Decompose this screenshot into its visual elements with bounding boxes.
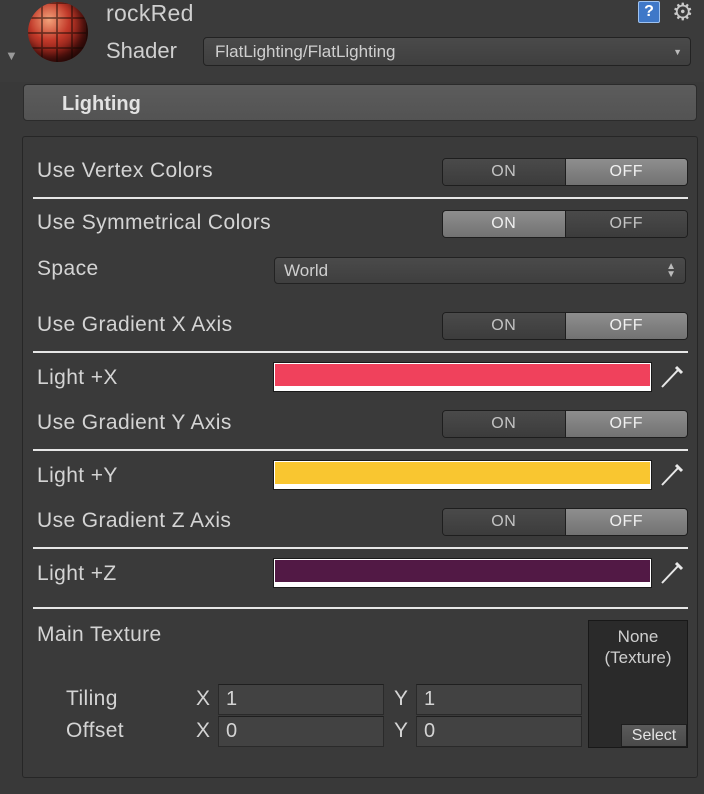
use-gradient-z-toggle[interactable]: ON OFF bbox=[442, 508, 688, 536]
tiling-x-label: X bbox=[196, 687, 211, 710]
separator bbox=[33, 197, 688, 199]
light-x-color-field[interactable] bbox=[273, 362, 652, 392]
lighting-section-header[interactable]: Lighting bbox=[23, 84, 697, 121]
shader-label: Shader bbox=[106, 38, 177, 63]
use-gradient-x-toggle[interactable]: ON OFF bbox=[442, 312, 688, 340]
toggle-off-option[interactable]: OFF bbox=[565, 509, 687, 535]
offset-x-field[interactable]: 0 bbox=[218, 716, 384, 747]
texture-none-label: None bbox=[617, 627, 659, 646]
use-gradient-y-toggle[interactable]: ON OFF bbox=[442, 410, 688, 438]
light-x-color-fill bbox=[275, 364, 650, 386]
light-z-color-field[interactable] bbox=[273, 558, 652, 588]
material-preview-icon bbox=[28, 2, 88, 62]
inspector-header: rockRed Shader FlatLighting/FlatLighting… bbox=[0, 0, 704, 82]
tiling-x-field[interactable]: 1 bbox=[218, 684, 384, 715]
use-vertex-colors-label: Use Vertex Colors bbox=[37, 159, 214, 182]
select-texture-button[interactable]: Select bbox=[621, 724, 687, 747]
separator bbox=[33, 449, 688, 451]
light-x-label: Light +X bbox=[37, 366, 118, 389]
toggle-on-option[interactable]: ON bbox=[443, 211, 566, 237]
use-symmetrical-colors-label: Use Symmetrical Colors bbox=[37, 211, 272, 234]
section-title: Lighting bbox=[62, 93, 141, 115]
offset-label: Offset bbox=[66, 719, 125, 742]
tiling-label: Tiling bbox=[66, 687, 118, 710]
use-gradient-x-label: Use Gradient X Axis bbox=[37, 313, 233, 336]
light-y-color-fill bbox=[275, 462, 650, 484]
texture-type-label: (Texture) bbox=[604, 648, 672, 667]
offset-x-label: X bbox=[196, 719, 211, 742]
chevron-down-icon: ▼ bbox=[673, 47, 682, 57]
shader-dropdown-value: FlatLighting/FlatLighting bbox=[215, 42, 396, 61]
space-label: Space bbox=[37, 257, 99, 280]
foldout-icon[interactable]: ▼ bbox=[5, 48, 18, 63]
use-symmetrical-colors-toggle[interactable]: ON OFF bbox=[442, 210, 688, 238]
toggle-off-option[interactable]: OFF bbox=[565, 159, 687, 185]
offset-y-label: Y bbox=[394, 719, 409, 742]
eyedropper-icon[interactable] bbox=[658, 560, 684, 586]
light-z-label: Light +Z bbox=[37, 562, 117, 585]
space-dropdown-value: World bbox=[284, 261, 329, 280]
use-gradient-z-label: Use Gradient Z Axis bbox=[37, 509, 232, 532]
offset-y-field[interactable]: 0 bbox=[416, 716, 582, 747]
material-name: rockRed bbox=[106, 0, 194, 26]
light-z-color-fill bbox=[275, 560, 650, 582]
texture-slot[interactable]: None (Texture) Select bbox=[588, 620, 688, 748]
light-y-label: Light +Y bbox=[37, 464, 118, 487]
help-icon[interactable]: ? bbox=[638, 1, 660, 23]
tiling-y-field[interactable]: 1 bbox=[416, 684, 582, 715]
separator bbox=[33, 547, 688, 549]
use-vertex-colors-toggle[interactable]: ON OFF bbox=[442, 158, 688, 186]
gear-icon[interactable]: ⚙ bbox=[672, 0, 694, 27]
toggle-on-option[interactable]: ON bbox=[443, 313, 566, 339]
separator bbox=[33, 607, 688, 609]
separator bbox=[33, 351, 688, 353]
space-dropdown[interactable]: World ▲ ▼ bbox=[274, 257, 686, 284]
texture-slot-text: None (Texture) bbox=[589, 626, 687, 668]
toggle-off-option[interactable]: OFF bbox=[565, 211, 687, 237]
tiling-y-label: Y bbox=[394, 687, 409, 710]
main-texture-label: Main Texture bbox=[37, 623, 162, 646]
use-gradient-y-label: Use Gradient Y Axis bbox=[37, 411, 232, 434]
toggle-on-option[interactable]: ON bbox=[443, 159, 566, 185]
toggle-off-option[interactable]: OFF bbox=[565, 313, 687, 339]
light-y-color-field[interactable] bbox=[273, 460, 652, 490]
toggle-on-option[interactable]: ON bbox=[443, 411, 566, 437]
eyedropper-icon[interactable] bbox=[658, 462, 684, 488]
updown-arrows-icon: ▲ ▼ bbox=[666, 261, 676, 280]
toggle-off-option[interactable]: OFF bbox=[565, 411, 687, 437]
eyedropper-icon[interactable] bbox=[658, 364, 684, 390]
shader-dropdown[interactable]: FlatLighting/FlatLighting ▼ bbox=[203, 37, 691, 66]
toggle-on-option[interactable]: ON bbox=[443, 509, 566, 535]
